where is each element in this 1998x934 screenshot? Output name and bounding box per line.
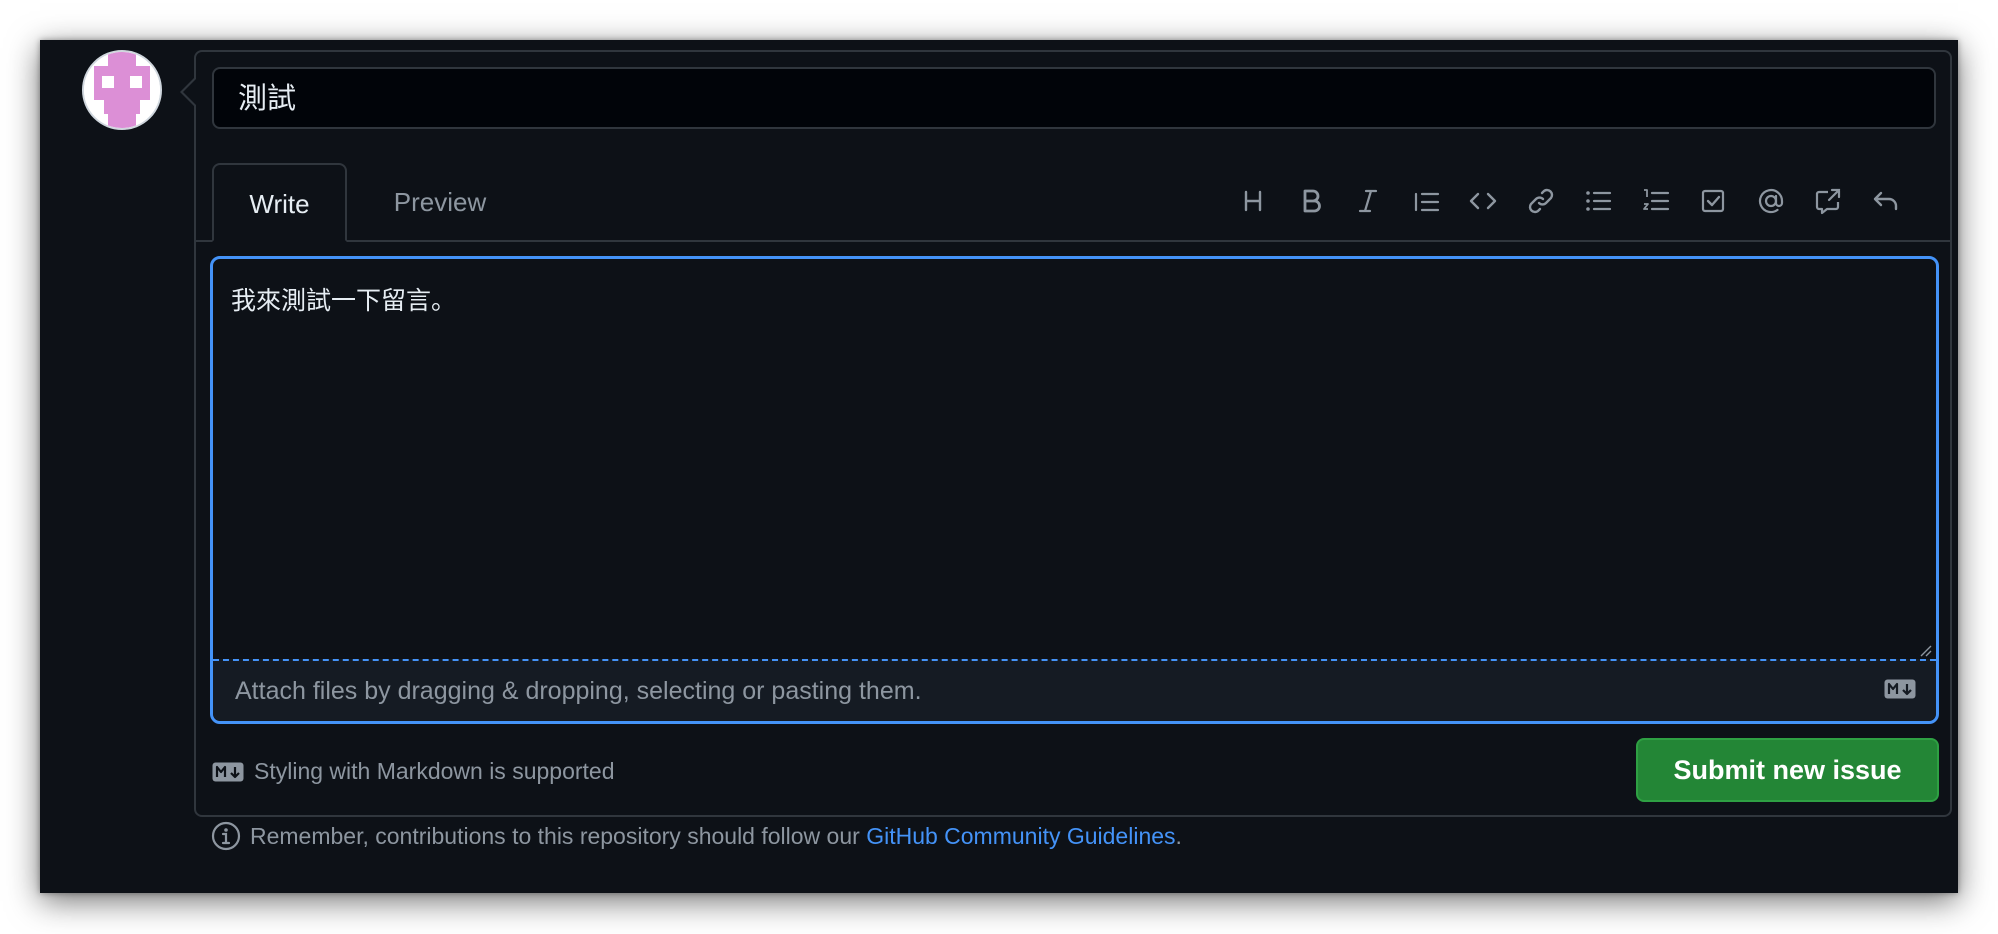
avatar[interactable] — [82, 50, 162, 130]
markdown-icon — [1884, 679, 1916, 699]
mention-icon[interactable] — [1748, 178, 1794, 224]
link-icon[interactable] — [1518, 178, 1564, 224]
issue-composer-window: 測試 Write Preview 我來測試一下留言。 Attach files … — [40, 40, 1958, 893]
code-icon[interactable] — [1460, 178, 1506, 224]
quote-icon[interactable] — [1403, 178, 1449, 224]
markdown-icon — [212, 762, 244, 782]
comment-body-textarea[interactable]: 我來測試一下留言。 — [213, 259, 1936, 659]
community-guidelines-note: Remember, contributions to this reposito… — [210, 816, 1182, 856]
speech-caret-fill — [183, 79, 196, 105]
attach-files-text[interactable]: Attach files by dragging & dropping, sel… — [235, 661, 922, 721]
guidelines-prefix-text: Remember, contributions to this reposito… — [250, 822, 867, 849]
info-icon — [211, 821, 241, 851]
heading-icon[interactable] — [1230, 178, 1276, 224]
undo-icon[interactable] — [1863, 178, 1909, 224]
issue-title-input[interactable]: 測試 — [212, 67, 1936, 129]
unordered-list-icon[interactable] — [1575, 178, 1621, 224]
italic-icon[interactable] — [1345, 178, 1391, 224]
cross-reference-icon[interactable] — [1805, 178, 1851, 224]
tab-write[interactable]: Write — [212, 163, 347, 242]
community-guidelines-link[interactable]: GitHub Community Guidelines — [866, 823, 1175, 850]
submit-new-issue-button[interactable]: Submit new issue — [1636, 738, 1939, 802]
ordered-list-icon[interactable] — [1633, 178, 1679, 224]
guidelines-suffix-text: . — [1175, 822, 1182, 849]
bold-icon[interactable] — [1288, 178, 1334, 224]
resize-handle-icon[interactable] — [1918, 643, 1932, 657]
tab-preview[interactable]: Preview — [360, 163, 520, 242]
comment-editor: 我來測試一下留言。 Attach files by dragging & dro… — [210, 256, 1939, 724]
tasklist-icon[interactable] — [1690, 178, 1736, 224]
markdown-support-text: Styling with Markdown is supported — [254, 758, 615, 784]
markdown-toolbar — [1230, 178, 1920, 224]
identicon-icon — [84, 52, 160, 128]
file-attachment-bar[interactable]: Attach files by dragging & dropping, sel… — [213, 659, 1936, 721]
